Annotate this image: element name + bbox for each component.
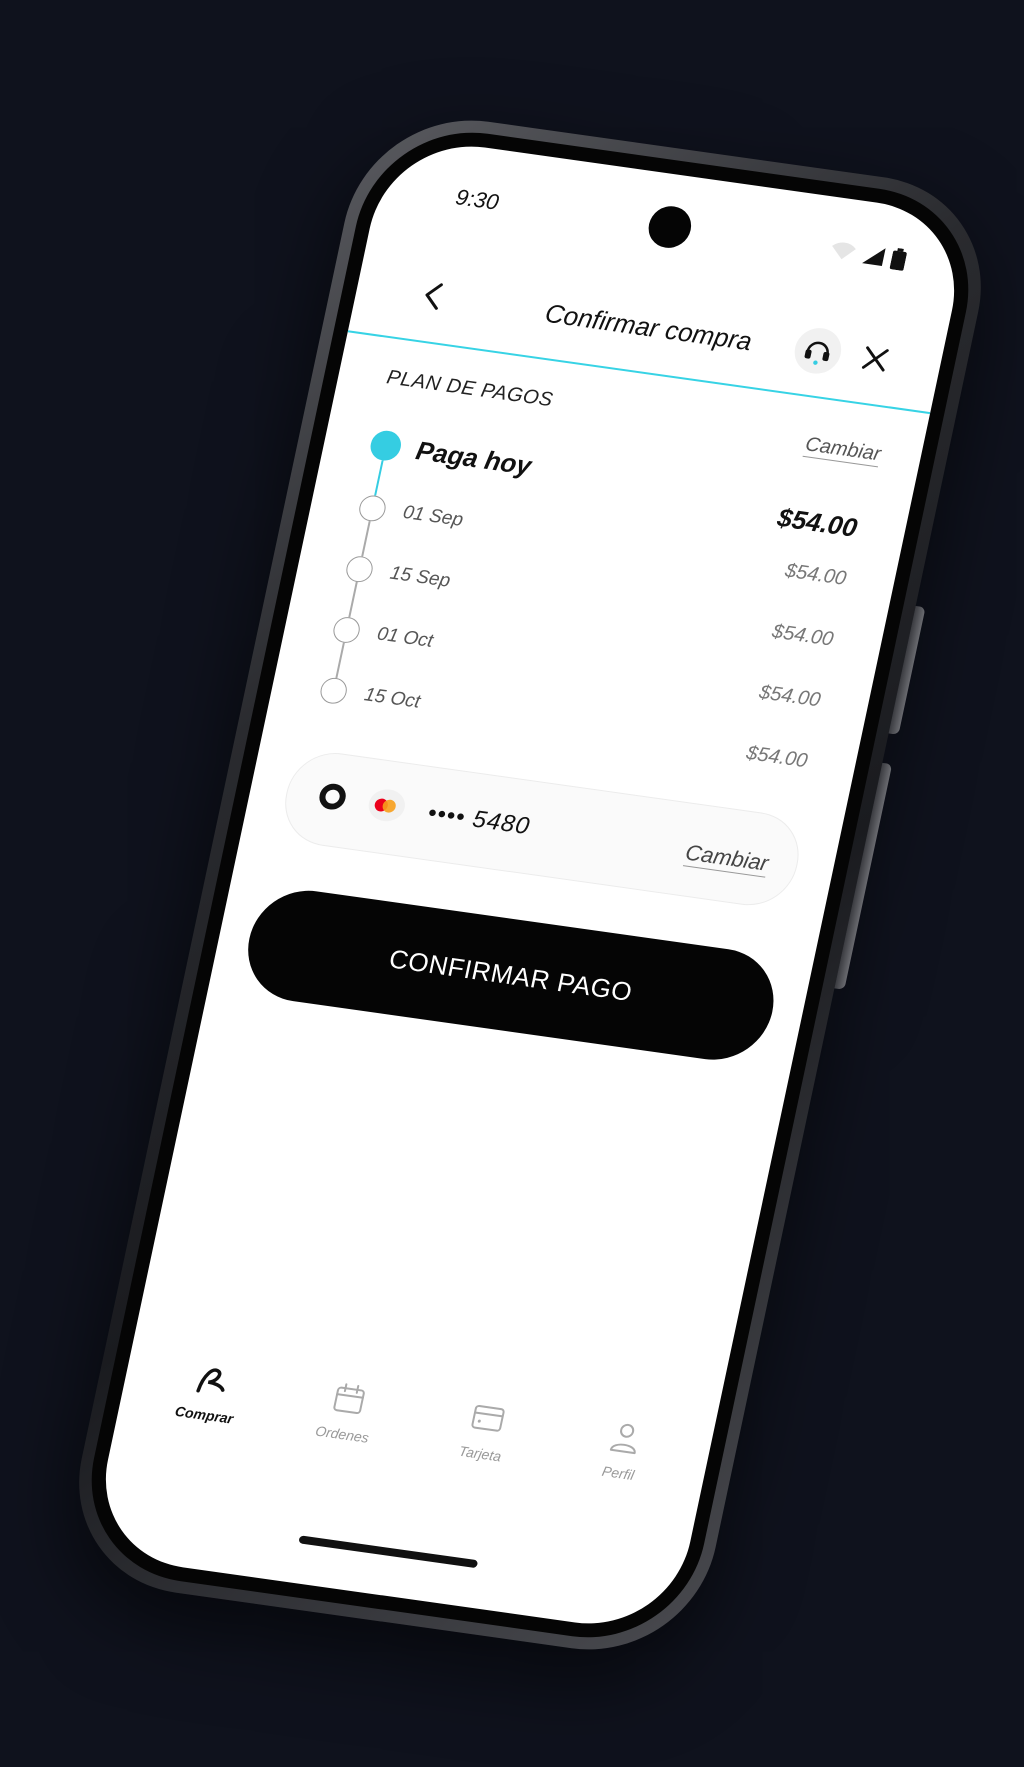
payment-schedule: Paga hoy $54.00 01 Sep $54.00 15 Sep $54… [312,425,864,797]
timeline-dot [330,615,363,645]
signal-icon [862,248,886,266]
timeline-dot [356,493,389,523]
comprar-logo-icon [188,1357,236,1402]
battery-icon [889,248,907,271]
close-button[interactable] [848,333,903,385]
schedule-amount: $54.00 [757,681,823,712]
schedule-amount: $54.00 [783,559,849,590]
timeline-dot-active [367,428,404,463]
headset-icon [804,341,830,365]
tab-perfil[interactable]: Perfil [555,1410,685,1523]
tab-label: Perfil [600,1462,636,1484]
wifi-icon [832,242,856,260]
schedule-amount: $54.00 [774,502,860,543]
phone-device: 9:30 Confirmar compra PLAN DE PAGOS Camb… [56,105,1004,1665]
schedule-amount: $54.00 [770,620,836,651]
person-icon [602,1415,650,1460]
schedule-date: 15 Oct [362,684,423,713]
timeline-dot [318,676,350,706]
card-icon [464,1396,512,1441]
tab-comprar[interactable]: Comprar [141,1352,271,1465]
plan-title: PLAN DE PAGOS [384,366,556,412]
tab-bar: Comprar Ordenes Tarjeta Perfil [141,1352,685,1524]
schedule-date: 15 Sep [388,562,453,592]
close-icon [861,346,889,372]
tab-label: Ordenes [313,1422,371,1446]
schedule-amount: $54.00 [744,742,810,773]
schedule-date: 01 Sep [401,501,466,531]
front-camera [644,203,696,251]
card-change-link[interactable]: Cambiar [682,839,771,878]
home-indicator[interactable] [298,1535,479,1569]
payment-method-radio[interactable] [316,782,349,812]
status-icons [828,239,908,271]
calendar-icon [326,1377,374,1422]
tab-label: Comprar [173,1402,235,1427]
confirm-payment-button[interactable]: CONFIRMAR PAGO [237,883,784,1067]
tab-ordenes[interactable]: Ordenes [279,1372,409,1485]
schedule-date: Paga hoy [413,435,535,481]
status-time: 9:30 [453,184,502,215]
stage: 9:30 Confirmar compra PLAN DE PAGOS Camb… [0,0,1024,1767]
schedule-date: 01 Oct [375,623,436,652]
card-number: •••• 5480 [425,799,533,841]
timeline-dot [343,554,376,584]
tab-label: Tarjeta [457,1442,503,1465]
tab-tarjeta[interactable]: Tarjeta [417,1391,547,1504]
plan-change-link[interactable]: Cambiar [802,433,883,468]
mastercard-icon [365,787,408,824]
